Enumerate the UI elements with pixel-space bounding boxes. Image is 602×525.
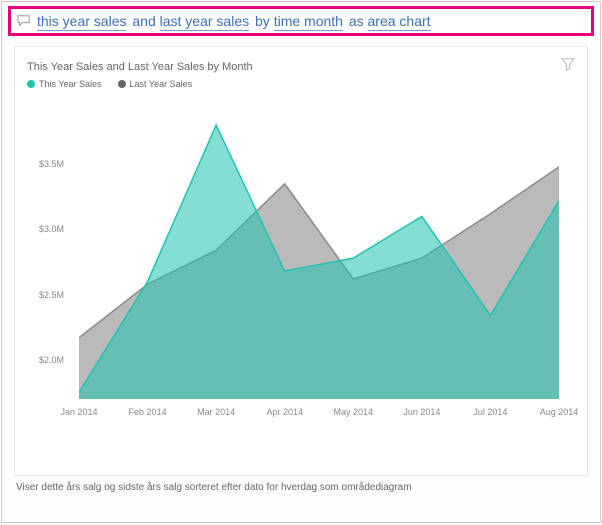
x-tick-label: Apr 2014 [266,407,303,417]
app-container: this year sales and last year sales by t… [1,1,601,523]
query-seg-5: as [349,13,364,29]
query-seg-3: by [255,13,270,29]
footer-description: Viser dette års salg og sidste års salg … [16,482,586,493]
x-tick-label: Jan 2014 [60,407,97,417]
legend-swatch-gray [118,80,126,88]
x-tick-label: Jun 2014 [403,407,440,417]
y-tick-label: $2.0M [39,355,64,365]
x-tick-label: May 2014 [334,407,374,417]
chat-icon [17,15,31,27]
x-tick-label: Mar 2014 [197,407,235,417]
query-seg-2: last year sales [160,13,249,31]
x-tick-label: Aug 2014 [540,407,579,417]
y-tick-label: $3.5M [39,159,64,169]
chart-plot: $2.0M$2.5M$3.0M$3.5MJan 2014Feb 2014Mar … [47,99,567,399]
x-tick-label: Jul 2014 [473,407,507,417]
y-tick-label: $3.0M [39,224,64,234]
legend-item-this-year[interactable]: This Year Sales [27,79,102,89]
filter-icon[interactable] [561,57,575,71]
y-tick-label: $2.5M [39,290,64,300]
query-seg-0: this year sales [37,13,126,31]
legend-item-last-year[interactable]: Last Year Sales [118,79,193,89]
query-text: this year sales and last year sales by t… [37,13,433,29]
query-seg-4: time month [274,13,343,31]
chart-legend: This Year Sales Last Year Sales [27,79,575,89]
chart-card: This Year Sales and Last Year Sales by M… [14,46,588,476]
chart-title: This Year Sales and Last Year Sales by M… [27,61,575,73]
query-seg-6: area chart [368,13,431,31]
query-seg-1: and [132,13,155,29]
query-input-bar[interactable]: this year sales and last year sales by t… [8,6,594,36]
chart-svg [79,99,559,399]
legend-label-0: This Year Sales [39,79,102,89]
legend-swatch-teal [27,80,35,88]
legend-label-1: Last Year Sales [130,79,193,89]
x-tick-label: Feb 2014 [129,407,167,417]
